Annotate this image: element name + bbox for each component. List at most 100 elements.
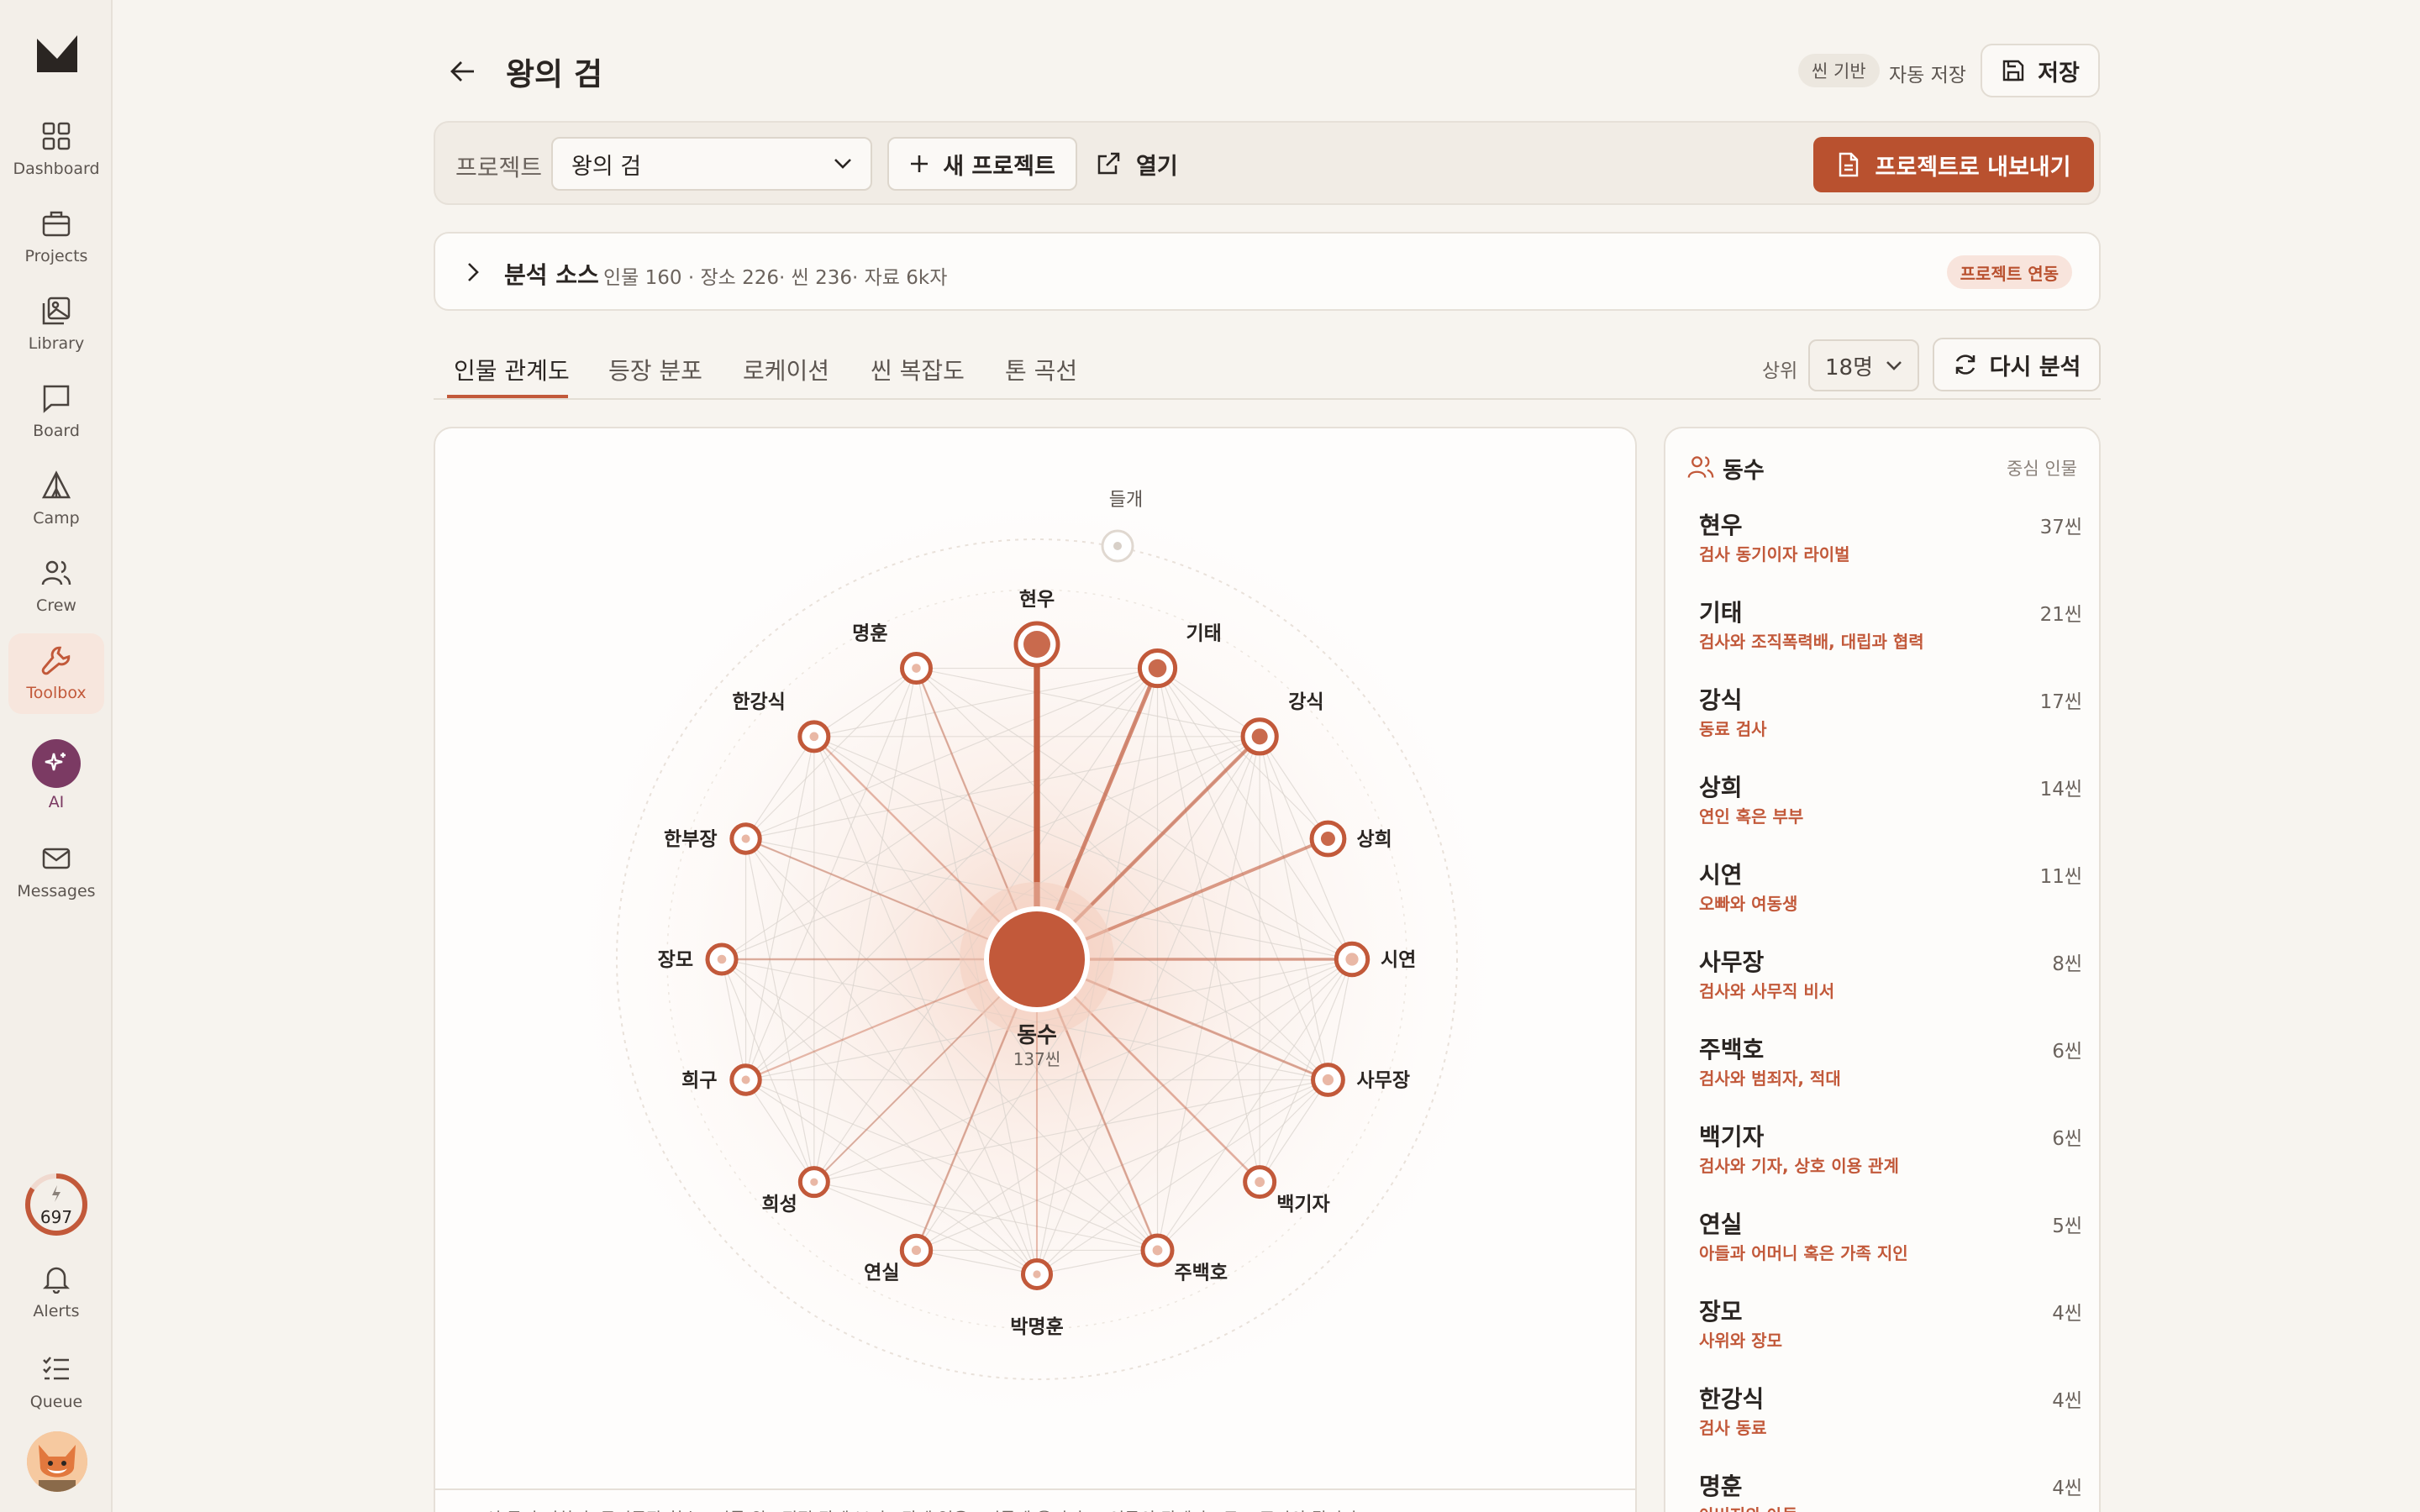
sidebar-item-dashboard[interactable]: Dashboard — [8, 109, 104, 190]
relation-item[interactable]: 현우 37씬 검사 동기이자 라이벌 — [1699, 507, 2082, 595]
relation-name: 장모 — [1699, 1298, 1743, 1326]
relation-name: 현우 — [1699, 512, 1743, 539]
relation-scenes: 8씬 — [2052, 953, 2082, 975]
character-node-core — [809, 732, 819, 742]
relation-name: 명훈 — [1699, 1473, 1743, 1500]
sidebar-item-ai[interactable]: AI — [8, 731, 104, 818]
project-select[interactable]: 왕의 검 — [551, 137, 872, 191]
character-node-label: 희구 — [681, 1070, 717, 1092]
relation-item[interactable]: 연실 5씬 아들과 어머니 혹은 가족 지인 — [1699, 1206, 2082, 1294]
character-node-label: 시연 — [1381, 949, 1416, 971]
character-node-core — [1345, 953, 1359, 966]
save-button[interactable]: 저장 — [1981, 44, 2100, 97]
sidebar-item-label: Messages — [17, 882, 96, 900]
relation-item[interactable]: 기태 21씬 검사와 조직폭력배, 대립과 협력 — [1699, 595, 2082, 682]
sidebar-item-alerts[interactable]: Alerts — [8, 1252, 104, 1332]
relation-name: 백기자 — [1699, 1123, 1765, 1151]
character-node-core — [912, 664, 921, 673]
outer-node-label: 들개 — [1109, 490, 1143, 511]
tab-scene-complexity[interactable]: 씬 복잡도 — [871, 353, 965, 386]
analysis-source-bar[interactable]: 분석 소스 인물 160 · 장소 226· 씬 236· 자료 6k자 프로젝… — [434, 232, 2101, 311]
external-link-icon — [1097, 152, 1120, 175]
relation-scenes: 14씬 — [2039, 779, 2082, 801]
sidebar-item-label: AI — [48, 793, 65, 811]
app-logo[interactable] — [35, 34, 79, 74]
autosave-status: 자동 저장 — [1889, 65, 1966, 87]
tabs-divider — [434, 398, 2101, 400]
project-select-value: 왕의 검 — [571, 153, 642, 180]
credits-meter[interactable]: 697 — [24, 1172, 89, 1237]
relation-scenes: 17씬 — [2039, 691, 2082, 713]
credits-value: 697 — [39, 1207, 73, 1227]
document-icon — [1839, 152, 1858, 177]
sparkle-icon — [32, 739, 81, 788]
relation-item[interactable]: 시연 11씬 오빠와 여동생 — [1699, 857, 2082, 944]
tab-locations[interactable]: 로케이션 — [743, 353, 829, 386]
source-title: 분석 소스 — [504, 261, 599, 289]
briefcase-icon — [38, 205, 75, 242]
relation-item[interactable]: 주백호 6씬검사와 범죄자, 적대 — [1699, 1032, 2082, 1119]
sidebar-item-library[interactable]: Library — [8, 284, 104, 365]
credits-ring — [25, 1173, 87, 1236]
relation-name: 한강식 — [1699, 1385, 1765, 1413]
relation-item[interactable]: 강식 17씬 동료 검사 — [1699, 682, 2082, 769]
character-node-label: 박명훈 — [1010, 1316, 1063, 1338]
character-node-core — [911, 1245, 922, 1256]
character-node-core — [741, 834, 750, 843]
open-label: 열기 — [1136, 153, 1178, 180]
relation-scenes: 4씬 — [2052, 1478, 2082, 1499]
bell-icon — [38, 1260, 75, 1297]
back-button[interactable] — [445, 54, 481, 89]
chevron-down-icon — [1886, 361, 1902, 370]
reanalyze-button[interactable]: 다시 분석 — [1933, 338, 2101, 391]
sidebar-item-board[interactable]: Board — [8, 371, 104, 452]
character-node-label: 연실 — [864, 1263, 899, 1284]
character-node-core — [1033, 1270, 1041, 1278]
bolt-icon — [52, 1185, 60, 1202]
tab-relationship-map[interactable]: 인물 관계도 — [454, 353, 570, 386]
sidebar-item-messages[interactable]: Messages — [8, 832, 104, 912]
top-n-select[interactable]: 18명 — [1808, 339, 1919, 391]
relation-description: 검사와 사무직 비서 — [1699, 981, 1835, 1001]
plus-icon — [911, 155, 929, 172]
sidebar-item-toolbox[interactable]: Toolbox — [8, 633, 104, 714]
relation-scenes: 6씬 — [2052, 1041, 2082, 1063]
new-project-button[interactable]: 새 프로젝트 — [887, 137, 1077, 191]
chevron-down-icon — [834, 159, 851, 169]
open-button[interactable]: 열기 — [1096, 137, 1178, 191]
character-node-label: 장모 — [658, 949, 693, 971]
users-icon — [38, 554, 75, 591]
relation-scenes: 4씬 — [2052, 1390, 2082, 1412]
character-node-label: 사무장 — [1357, 1070, 1410, 1092]
sidebar-item-projects[interactable]: Projects — [8, 197, 104, 277]
relation-item[interactable]: 사무장 8씬 검사와 사무직 비서 — [1699, 944, 2082, 1032]
character-node-core — [1322, 1074, 1334, 1086]
relation-item[interactable]: 장모 4씬 사위와 장모 — [1699, 1294, 2082, 1381]
export-project-button[interactable]: 프로젝트로 내보내기 — [1813, 137, 2094, 192]
sidebar-item-label: Alerts — [33, 1302, 80, 1320]
relation-description: 아들과 어머니 혹은 가족 지인 — [1699, 1243, 1908, 1263]
relation-item[interactable]: 명훈 4씬아버지와 아들 — [1699, 1468, 2082, 1512]
sidebar-item-queue[interactable]: Queue — [8, 1342, 104, 1423]
tab-tone-curve[interactable]: 톤 곡선 — [1005, 353, 1077, 386]
page-title: 왕의 검 — [506, 56, 603, 92]
relation-item[interactable]: 백기자 6씬 검사와 기자, 상호 이용 관계 — [1699, 1119, 2082, 1206]
relations-subtitle: 중심 인물 — [2007, 459, 2077, 479]
sidebar-item-crew[interactable]: Crew — [8, 546, 104, 627]
chevron-right-icon[interactable] — [466, 260, 481, 284]
reanalyze-label: 다시 분석 — [1989, 354, 2081, 381]
relation-name: 주백호 — [1699, 1036, 1765, 1063]
center-node[interactable] — [984, 906, 1090, 1012]
sidebar-item-label: Board — [33, 422, 80, 440]
relation-description: 오빠와 여동생 — [1699, 894, 1798, 914]
relation-item[interactable]: 상희 14씬 연인 혹은 부부 — [1699, 769, 2082, 857]
character-node-core — [717, 954, 727, 964]
relation-item[interactable]: 한강식 4씬 검사 동료 — [1699, 1381, 2082, 1468]
center-node-label: 동수 — [1017, 1023, 1057, 1048]
sidebar-item-camp[interactable]: Camp — [8, 459, 104, 539]
character-node-label: 한부장 — [664, 829, 717, 851]
tab-appearance-distribution[interactable]: 등장 분포 — [608, 353, 702, 386]
sidebar-item-label: Projects — [24, 247, 88, 265]
avatar[interactable] — [27, 1431, 87, 1492]
relation-description: 검사와 범죄자, 적대 — [1699, 1068, 1841, 1089]
